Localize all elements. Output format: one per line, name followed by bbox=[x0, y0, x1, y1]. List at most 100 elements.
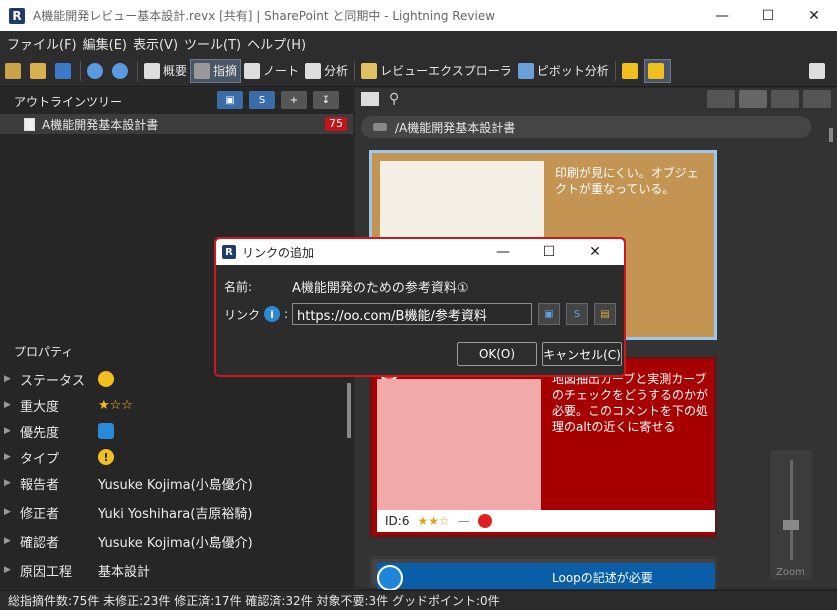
fit-view-button[interactable] bbox=[707, 90, 735, 108]
severity-stars: ★★☆ bbox=[417, 514, 450, 528]
close-button[interactable]: ✕ bbox=[791, 0, 837, 31]
properties-scrollbar[interactable] bbox=[345, 378, 353, 578]
add-document-icon: + bbox=[289, 94, 299, 106]
issue-thumbnail bbox=[377, 379, 541, 511]
expand-arrow-icon: ▶ bbox=[4, 478, 11, 488]
expand-arrow-icon: ▶ bbox=[4, 400, 11, 410]
app-logo: R bbox=[9, 7, 25, 24]
prop-reporter[interactable]: ▶ 報告者 Yusuke Kojima(小島優介) bbox=[0, 470, 345, 496]
prop-priority[interactable]: ▶ 優先度 bbox=[0, 418, 345, 444]
issue-card[interactable]: 地図抽出カーブと実測カーブのチェックをどうするのかが必要。このコメントを下の処理… bbox=[369, 356, 717, 538]
toolbar: 概要 指摘 ノート 分析 レビューエクスプローラ ピボット分析 bbox=[0, 55, 837, 87]
prop-confirmer[interactable]: ▶ 確認者 Yusuke Kojima(小島優介) bbox=[0, 528, 345, 554]
browse-folder-button[interactable]: ▤ bbox=[594, 303, 616, 325]
toolbar-separator bbox=[614, 60, 616, 81]
toolbar-separator bbox=[137, 60, 138, 81]
new-button[interactable] bbox=[2, 59, 27, 83]
review-explorer-button[interactable]: レビューエクスプローラ bbox=[358, 59, 515, 83]
dialog-close-button[interactable]: ✕ bbox=[572, 239, 618, 265]
outline-sharepoint-button[interactable]: S bbox=[249, 91, 275, 109]
outline-add-doc-button[interactable]: + bbox=[281, 91, 307, 109]
cards-scrollbar[interactable] bbox=[827, 128, 835, 568]
outline-export-button[interactable]: ↧ bbox=[313, 91, 339, 109]
block-icon bbox=[477, 514, 492, 528]
explorer-icon bbox=[361, 62, 378, 79]
lightning-button[interactable] bbox=[643, 58, 671, 83]
prop-cause-phase[interactable]: ▶ 原因工程 基本設計 bbox=[0, 557, 345, 583]
lightning-icon bbox=[647, 62, 664, 79]
view-mode-tools bbox=[707, 90, 831, 108]
check-icon bbox=[377, 565, 403, 591]
dialog-minimize-button[interactable]: — bbox=[480, 239, 526, 265]
issue-thumbnail bbox=[377, 563, 715, 589]
sharepoint-icon: S bbox=[573, 308, 581, 320]
prop-severity[interactable]: ▶ 重大度 ★☆☆ bbox=[0, 392, 345, 418]
issue-card[interactable]: Loopの記述が必要 bbox=[369, 556, 717, 591]
window-controls: — ☐ ✕ bbox=[699, 0, 837, 31]
menu-bar: ファイル(F) 編集(E) 表示(V) ツール(T) ヘルプ(H) bbox=[0, 31, 837, 55]
scrollbar-thumb[interactable] bbox=[829, 128, 833, 142]
priority-dash: — bbox=[457, 514, 470, 528]
app-logo: R bbox=[222, 245, 236, 259]
name-label: 名前: bbox=[224, 280, 253, 294]
browse-sharepoint-button[interactable]: S bbox=[566, 303, 588, 325]
issue-id: ID:6 bbox=[385, 514, 410, 528]
tree-item[interactable]: A機能開発基本設計書 75 bbox=[0, 114, 353, 134]
issues-button[interactable]: 指摘 bbox=[190, 58, 242, 83]
menu-file[interactable]: ファイル(F) bbox=[4, 34, 80, 53]
menu-view[interactable]: 表示(V) bbox=[130, 34, 181, 53]
redo-icon bbox=[112, 62, 128, 79]
folder-icon: ▤ bbox=[600, 308, 610, 320]
comment-icon: ▣ bbox=[225, 94, 235, 106]
undo-button[interactable] bbox=[84, 59, 109, 83]
breadcrumb[interactable]: /A機能開発基本設計書 bbox=[361, 116, 811, 138]
expand-arrow-icon: ▶ bbox=[4, 452, 11, 462]
dialog-maximize-button[interactable]: ☐ bbox=[526, 239, 572, 265]
prop-type[interactable]: ▶ タイプ ! bbox=[0, 444, 345, 470]
browse-comment-button[interactable]: ▣ bbox=[538, 303, 560, 325]
right-toolbar: ⚲ bbox=[355, 88, 837, 110]
zoom-slider[interactable]: Zoom bbox=[770, 450, 812, 580]
warning-button[interactable] bbox=[619, 59, 644, 83]
chart-icon bbox=[305, 62, 322, 79]
dialog-controls: — ☐ ✕ bbox=[480, 239, 618, 265]
export-icon: ↧ bbox=[321, 94, 331, 106]
maximize-button[interactable]: ☐ bbox=[745, 0, 791, 31]
search-icon[interactable]: ⚲ bbox=[389, 91, 399, 107]
zoom-knob[interactable] bbox=[783, 520, 799, 530]
outline-comment-button[interactable]: ▣ bbox=[217, 91, 243, 109]
menu-tools[interactable]: ツール(T) bbox=[181, 34, 244, 53]
ok-button[interactable]: OK(O) bbox=[457, 342, 537, 366]
menu-edit[interactable]: 編集(E) bbox=[80, 34, 130, 53]
toolbar-separator bbox=[354, 60, 356, 81]
cancel-button[interactable]: キャンセル(C) bbox=[542, 342, 622, 366]
scrollbar-thumb[interactable] bbox=[347, 383, 351, 438]
summary-button[interactable]: 概要 bbox=[141, 59, 190, 83]
undo-icon bbox=[87, 62, 103, 79]
redo-button[interactable] bbox=[109, 59, 134, 83]
info-icon[interactable]: i bbox=[264, 306, 281, 322]
link-input[interactable] bbox=[292, 303, 532, 325]
menu-help[interactable]: ヘルプ(H) bbox=[244, 34, 309, 53]
comment-icon: ▣ bbox=[544, 308, 554, 320]
save-button[interactable] bbox=[52, 59, 77, 83]
list-view-button[interactable] bbox=[771, 90, 799, 108]
window-title: A機能開発レビュー基本設計.revx [共有] | SharePoint と同期… bbox=[33, 9, 496, 23]
pivot-button[interactable]: ピボット分析 bbox=[515, 59, 612, 83]
title-bar: R A機能開発レビュー基本設計.revx [共有] | SharePoint と… bbox=[0, 0, 837, 31]
add-link-dialog: R リンクの追加 — ☐ ✕ 名前: A機能開発のための参考資料① リンク i … bbox=[214, 237, 626, 377]
split-view-button[interactable] bbox=[803, 90, 831, 108]
add-view-icon[interactable] bbox=[361, 92, 379, 106]
name-value[interactable]: A機能開発のための参考資料① bbox=[292, 277, 469, 296]
note-button[interactable]: ノート bbox=[241, 59, 302, 83]
minimize-button[interactable]: — bbox=[699, 0, 745, 31]
open-button[interactable] bbox=[27, 59, 52, 83]
document-icon bbox=[24, 117, 35, 131]
card-view-button[interactable] bbox=[739, 90, 767, 108]
comment-button[interactable] bbox=[806, 59, 831, 83]
note-icon bbox=[244, 62, 261, 79]
analysis-button[interactable]: 分析 bbox=[302, 59, 351, 83]
toolbar-separator bbox=[80, 60, 81, 81]
prop-fixer[interactable]: ▶ 修正者 Yuki Yoshihara(吉原裕騎) bbox=[0, 499, 345, 525]
dialog-title: リンクの追加 bbox=[242, 245, 315, 260]
